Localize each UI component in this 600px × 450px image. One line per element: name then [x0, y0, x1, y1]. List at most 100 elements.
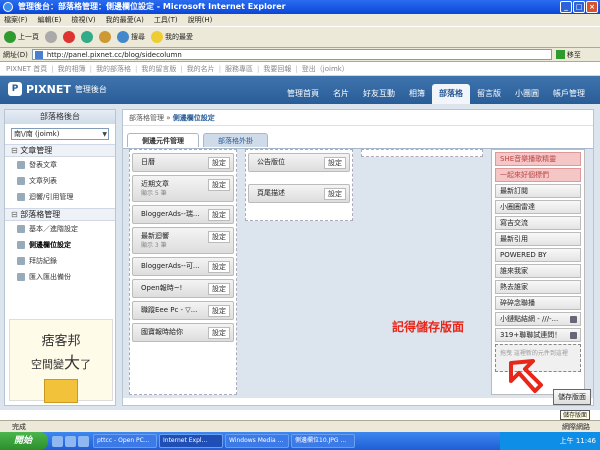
- task-button[interactable]: Windows Media ...: [225, 434, 289, 448]
- sidebar-item-visits[interactable]: 拜訪紀錄: [5, 253, 115, 269]
- top-link-logout[interactable]: 登出（joimk）: [302, 63, 349, 75]
- quicklaunch-icon[interactable]: [78, 435, 89, 447]
- menu-tools[interactable]: 工具(T): [154, 14, 178, 26]
- home-button[interactable]: [99, 31, 111, 43]
- top-link-home[interactable]: PIXNET 首頁: [6, 63, 47, 75]
- save-layout-button[interactable]: 儲存版面: [553, 389, 591, 405]
- widget-item[interactable]: 職蹤Eee Pc - ▽... 設定: [132, 301, 234, 320]
- logo-text: PIXNET: [26, 82, 71, 96]
- back-arrow-icon: [4, 31, 16, 43]
- go-button[interactable]: 移至: [555, 50, 581, 60]
- sidebar-item-sidecolumn[interactable]: 側邊欄位設定: [5, 237, 115, 253]
- top-link-service[interactable]: 服務專區: [225, 63, 253, 75]
- menu-file[interactable]: 檔案(F): [4, 14, 28, 26]
- sidebar-section-articles[interactable]: 文章管理: [5, 144, 115, 157]
- close-button[interactable]: ×: [586, 1, 598, 13]
- widget-item[interactable]: 日曆 設定: [132, 153, 234, 172]
- favorites-button[interactable]: 我的最愛: [151, 31, 193, 43]
- nav-blog[interactable]: 部落格: [432, 84, 470, 104]
- widget-setting-button[interactable]: 設定: [324, 188, 346, 200]
- top-link-card[interactable]: 我的名片: [187, 63, 215, 75]
- top-link-guestbook[interactable]: 我的留言版: [141, 63, 176, 75]
- widget-setting-button[interactable]: 設定: [208, 327, 230, 339]
- sidebar-item-article-list[interactable]: 文章列表: [5, 173, 115, 189]
- blog-select[interactable]: 南\/南 (joimk): [11, 128, 109, 140]
- nav-friends[interactable]: 好友互動: [356, 84, 402, 104]
- minimize-button[interactable]: _: [560, 1, 572, 13]
- ad-banner[interactable]: 痞客邦 空間變大了: [9, 319, 113, 403]
- widget-item[interactable]: Open報時~! 設定: [132, 279, 234, 298]
- ie-icon: [3, 2, 13, 12]
- quicklaunch-icon[interactable]: [52, 435, 63, 447]
- top-link-blog[interactable]: 我的部落格: [96, 63, 131, 75]
- top-link-report[interactable]: 我要回報: [263, 63, 291, 75]
- widget-setting-button[interactable]: 設定: [208, 261, 230, 273]
- menu-favorites[interactable]: 我的最愛(A): [106, 14, 144, 26]
- available-widget[interactable]: 小鏈點結網 - ///-...: [495, 312, 581, 326]
- widget-setting-button[interactable]: 設定: [208, 209, 230, 221]
- widget-setting-button[interactable]: 設定: [208, 231, 230, 243]
- available-widget[interactable]: 小圈圈雷達: [495, 200, 581, 214]
- stop-button[interactable]: [63, 31, 75, 43]
- nav-account[interactable]: 帳戶管理: [546, 84, 592, 104]
- pixnet-logo[interactable]: P PIXNET 管理後台: [8, 82, 107, 96]
- sidebar-item-backup[interactable]: 匯入匯出備份: [5, 269, 115, 285]
- sidebar-item-post[interactable]: 發表文章: [5, 157, 115, 173]
- nav-group[interactable]: 小團圓: [508, 84, 546, 104]
- available-widget[interactable]: 熱去誰家: [495, 280, 581, 294]
- main-nav: 管理首頁 名片 好友互動 相簿 部落格 留言版 小團圓 帳戶管理: [280, 84, 592, 104]
- tab-widgets[interactable]: 側邊元件管理: [127, 133, 199, 147]
- breadcrumb-root[interactable]: 部落格管理: [129, 114, 164, 122]
- widget-setting-button[interactable]: 設定: [208, 283, 230, 295]
- widget-item[interactable]: 頁尾描述 設定: [248, 184, 350, 203]
- widget-item[interactable]: 近期文章 顯示 5 筆設定: [132, 175, 234, 202]
- available-widget[interactable]: 碎碎念聯播: [495, 296, 581, 310]
- available-widget[interactable]: 誰來我家: [495, 264, 581, 278]
- sidebar-item-label: 迴響/引用管理: [29, 193, 74, 201]
- logo-subtitle: 管理後台: [74, 84, 107, 94]
- available-widget[interactable]: 最新引用: [495, 232, 581, 246]
- save-tooltip: 儲存版面: [560, 410, 591, 420]
- widget-item[interactable]: BloggerAds--瑞... 設定: [132, 205, 234, 224]
- refresh-button[interactable]: [81, 31, 93, 43]
- nav-card[interactable]: 名片: [326, 84, 356, 104]
- sidebar-item-comments[interactable]: 迴響/引用管理: [5, 189, 115, 205]
- widget-setting-button[interactable]: 設定: [208, 179, 230, 191]
- widget-item[interactable]: 公告版位 設定: [248, 153, 350, 172]
- nav-album[interactable]: 相簿: [402, 84, 432, 104]
- maximize-button[interactable]: □: [573, 1, 585, 13]
- menu-view[interactable]: 檢視(V): [71, 14, 95, 26]
- back-button[interactable]: 上一頁: [4, 31, 39, 43]
- available-widget[interactable]: 最新訂閱: [495, 184, 581, 198]
- widget-setting-button[interactable]: 設定: [208, 305, 230, 317]
- ad-line-2b: 大: [63, 353, 80, 372]
- available-widget[interactable]: 寫吉交流: [495, 216, 581, 230]
- sidebar-section-blog[interactable]: 部落格管理: [5, 208, 115, 221]
- widget-setting-button[interactable]: 設定: [208, 157, 230, 169]
- menu-edit[interactable]: 編輯(E): [38, 14, 62, 26]
- trash-icon[interactable]: [570, 316, 577, 323]
- widget-item[interactable]: 國寶報時給你 設定: [132, 323, 234, 342]
- available-widget[interactable]: POWERED BY: [495, 248, 581, 262]
- quicklaunch-icon[interactable]: [65, 435, 76, 447]
- available-widget[interactable]: 319+聯聯試連問！: [495, 328, 581, 342]
- top-link-album[interactable]: 我的相簿: [58, 63, 86, 75]
- available-widget[interactable]: SHE音樂播歌精靈: [495, 152, 581, 166]
- task-button[interactable]: Internet Expl...: [159, 434, 223, 448]
- widget-item[interactable]: BloggerAds--可... 設定: [132, 257, 234, 276]
- available-widget[interactable]: 一起來好個標們: [495, 168, 581, 182]
- forward-button[interactable]: [45, 31, 57, 43]
- start-button[interactable]: 開始: [0, 432, 48, 450]
- sidebar-item-settings[interactable]: 基本／進階設定: [5, 221, 115, 237]
- tab-plugins[interactable]: 部落格外掛: [203, 133, 268, 147]
- task-button[interactable]: pttcc - Open PC...: [93, 434, 157, 448]
- task-button[interactable]: 側邊欄位10.JPG ...: [291, 434, 355, 448]
- menu-help[interactable]: 說明(H): [188, 14, 213, 26]
- nav-guestbook[interactable]: 留言版: [470, 84, 508, 104]
- trash-icon[interactable]: [570, 332, 577, 339]
- widget-item[interactable]: 最新迴響 顯示 3 筆設定: [132, 227, 234, 254]
- address-input[interactable]: http://panel.pixnet.cc/blog/sidecolumn: [31, 49, 552, 60]
- nav-dashboard[interactable]: 管理首頁: [280, 84, 326, 104]
- widget-setting-button[interactable]: 設定: [324, 157, 346, 169]
- search-button[interactable]: 搜尋: [117, 31, 145, 43]
